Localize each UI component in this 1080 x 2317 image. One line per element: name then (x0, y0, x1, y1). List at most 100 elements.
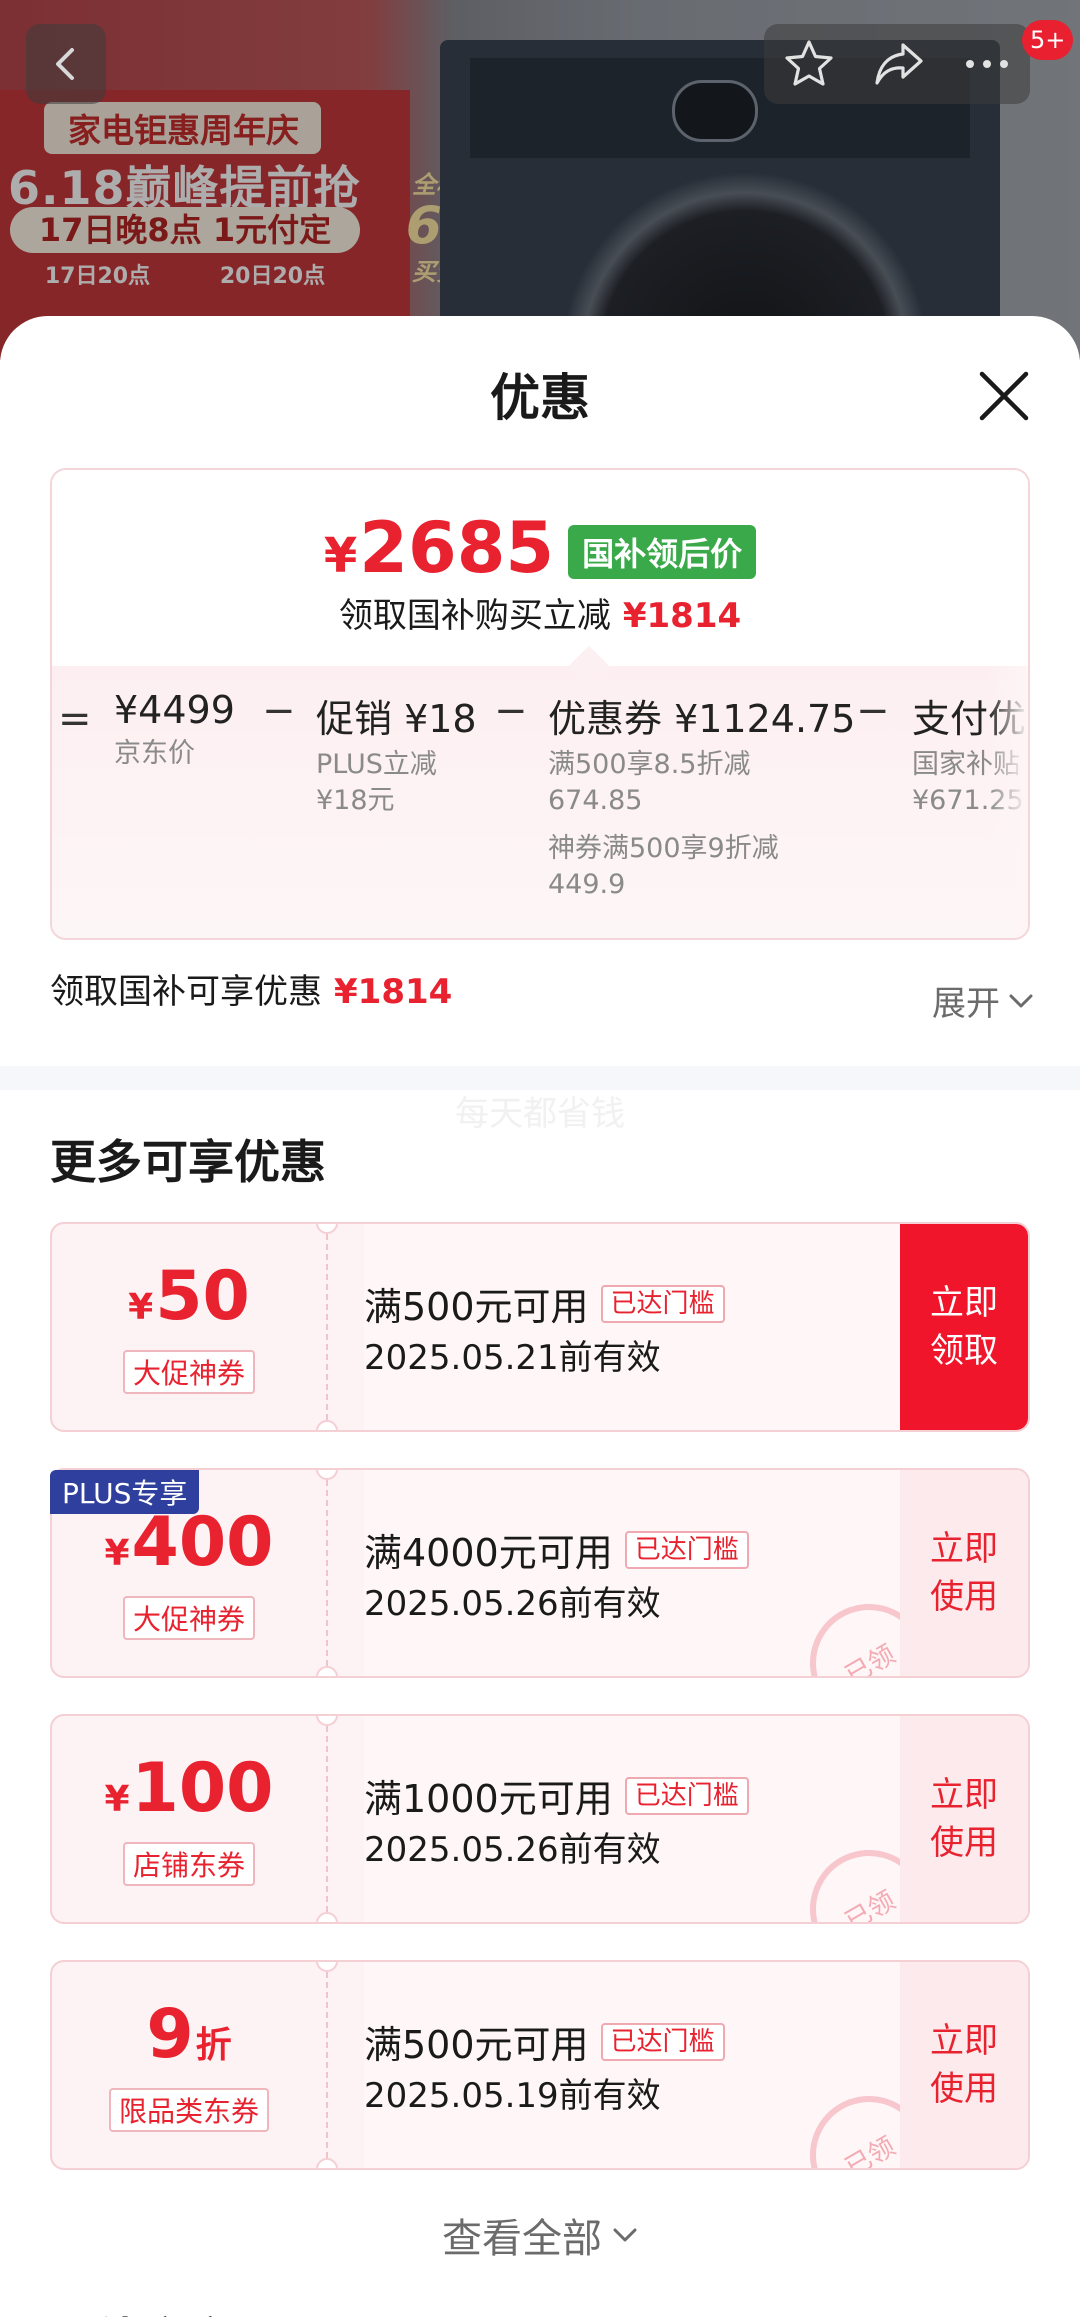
direct-discount-label: 领取国补购买立减 (338, 596, 611, 636)
breakdown-sub: 京东价 (114, 738, 195, 769)
coupon-value: 9折 限品类东券 (52, 1962, 326, 2168)
final-price: ¥2685 (324, 508, 554, 596)
chevron-down-icon (613, 2228, 637, 2242)
coupon-validity: 2025.05.21前有效 (364, 1338, 661, 1378)
gov-subsidy-label: 领取国补可享优惠 (50, 972, 322, 1012)
price-breakdown[interactable]: = ¥4499 京东价 − 促销 ¥18 PLUS立减 ¥18元 − 优惠券 ¥… (52, 666, 1028, 938)
coupon-condition: 满1000元可用 已达门槛 (364, 1768, 749, 1823)
close-icon (979, 371, 1029, 421)
view-all-label: 查看全部 (442, 2216, 602, 2262)
threshold-reached-tag: 已达门槛 (624, 1530, 749, 1569)
chevron-left-icon (56, 48, 74, 80)
use-coupon-label: 立即使用 (930, 1529, 998, 1617)
coupon-validity: 2025.05.26前有效 (364, 1584, 661, 1624)
breakdown-sub: ¥18元 (316, 785, 395, 816)
claim-coupon-button[interactable]: 立即领取 (900, 1224, 1028, 1430)
coupon-condition-text: 满500元可用 (364, 2023, 589, 2067)
equals-sign: = (58, 696, 92, 742)
coupon-separator (326, 1224, 328, 1430)
top-actions (764, 24, 1030, 104)
use-coupon-label: 立即使用 (930, 2021, 998, 2109)
more-offers-title: 更多可享优惠 (50, 1135, 326, 1189)
breakdown-sub: 神券满500享9折减 (548, 833, 779, 864)
coupon-card: ¥50 大促神券 满500元可用 已达门槛 2025.05.21前有效 立即领取 (50, 1222, 1030, 1432)
final-price-symbol: ¥ (323, 528, 358, 584)
coupon-amount: ¥50 (128, 1260, 250, 1344)
minus-sign: − (494, 688, 528, 734)
coupon-amount-value: 100 (131, 1748, 274, 1828)
coupon-condition-text: 满500元可用 (364, 1285, 589, 1329)
coupon-notch (316, 2158, 338, 2168)
breakdown-main: 优惠券 ¥1124.75 (548, 697, 856, 741)
coupon-separator (326, 1716, 328, 1922)
gov-plan-section-title: 国补方案 (50, 2304, 234, 2317)
final-price-area: ¥2685 国补领后价 领取国补购买立减 ¥1814 (52, 470, 1028, 666)
coupon-amount: 9折 (146, 1998, 232, 2082)
coupon-type: 大促神券 (122, 1349, 255, 1394)
coupon-amount-value: 9 (146, 1994, 194, 2074)
more-icon[interactable] (962, 54, 1012, 74)
star-icon[interactable] (782, 37, 836, 91)
final-price-tag: 国补领后价 (568, 525, 757, 579)
threshold-reached-tag: 已达门槛 (624, 1776, 749, 1815)
breakdown-sub: 满500享8.5折减 (548, 749, 751, 780)
gov-subsidy-amount: ¥1814 (334, 972, 453, 1012)
coupon-condition: 满500元可用 已达门槛 (364, 2014, 725, 2069)
coupon-type: 大促神券 (122, 1595, 255, 1640)
coupon-condition: 满500元可用 已达门槛 (364, 1276, 725, 1331)
coupon-condition-text: 满1000元可用 (364, 1777, 613, 1821)
coupon-symbol: ¥ (104, 1532, 130, 1574)
coupon-separator (326, 1470, 328, 1676)
breakdown-jd-price: ¥4499 京东价 (114, 688, 235, 772)
coupon-validity: 2025.05.26前有效 (364, 1830, 661, 1870)
coupon-value: ¥100 店铺东券 (52, 1716, 326, 1922)
chevron-down-icon (1009, 994, 1033, 1007)
coupon-type: 店铺东券 (122, 1841, 255, 1886)
use-coupon-label: 立即使用 (930, 1775, 998, 1863)
breakdown-main: ¥4499 (114, 688, 235, 732)
coupon-type: 限品类东券 (108, 2087, 269, 2132)
coupon-card: ¥100 店铺东券 满1000元可用 已达门槛 2025.05.26前有效 已领… (50, 1714, 1030, 1924)
discount-sheet: 优惠 ¥2685 国补领后价 领取国补购买立减 ¥1814 = ¥4499 京东价… (0, 316, 1080, 2317)
coupon-amount-value: 50 (155, 1256, 250, 1336)
view-all-button[interactable]: 查看全部 (0, 2206, 1080, 2264)
breakdown-main: 促销 ¥18 (316, 697, 477, 741)
breakdown-coupon: 优惠券 ¥1124.75 满500享8.5折减 674.85 神券满500享9折… (548, 688, 855, 903)
breakdown-sub: 674.85 (548, 785, 643, 816)
coupon-condition: 满4000元可用 已达门槛 (364, 1522, 749, 1577)
final-price-value: 2685 (359, 507, 555, 589)
coupon-value: ¥50 大促神券 (52, 1224, 326, 1430)
breakdown-sub: 449.9 (548, 869, 626, 900)
coupon-condition-text: 满4000元可用 (364, 1531, 613, 1575)
gov-subsidy-row: 领取国补可享优惠 ¥1814 (50, 964, 452, 1013)
coupon-notch (316, 1912, 338, 1922)
back-button[interactable] (26, 24, 106, 104)
expand-label: 展开 (932, 984, 1000, 1024)
coupon-symbol: ¥ (128, 1286, 154, 1328)
use-coupon-button[interactable]: 立即使用 (900, 1716, 1028, 1922)
price-summary-card: ¥2685 国补领后价 领取国补购买立减 ¥1814 = ¥4499 京东价 − … (50, 468, 1030, 940)
coupon-unit: 折 (195, 2024, 232, 2066)
minus-sign: − (856, 688, 890, 734)
message-badge: 5+ (1022, 20, 1074, 60)
coupon-notch (316, 1420, 338, 1430)
coupon-validity: 2025.05.19前有效 (364, 2076, 661, 2116)
sheet-title: 优惠 (490, 369, 590, 427)
coupon-separator (326, 1962, 328, 2168)
coupon-amount-value: 400 (131, 1502, 274, 1582)
claim-coupon-label: 立即领取 (930, 1283, 998, 1371)
breakdown-sub: PLUS立减 (316, 749, 437, 780)
direct-discount-amount: ¥1814 (622, 596, 742, 636)
threshold-reached-tag: 已达门槛 (600, 2022, 725, 2061)
expand-button[interactable]: 展开 (932, 976, 1034, 1025)
coupon-notch (316, 1666, 338, 1676)
breakdown-promotion: 促销 ¥18 PLUS立减 ¥18元 (316, 688, 477, 819)
close-button[interactable] (974, 366, 1034, 426)
share-icon[interactable] (871, 37, 927, 91)
use-coupon-button[interactable]: 立即使用 (900, 1962, 1028, 2168)
plus-exclusive-tag: PLUS专享 (50, 1470, 200, 1514)
scroll-fade (988, 666, 1028, 938)
direct-discount-row: 领取国补购买立减 ¥1814 (52, 588, 1028, 637)
coupon-amount: ¥100 (104, 1752, 273, 1836)
use-coupon-button[interactable]: 立即使用 (900, 1470, 1028, 1676)
